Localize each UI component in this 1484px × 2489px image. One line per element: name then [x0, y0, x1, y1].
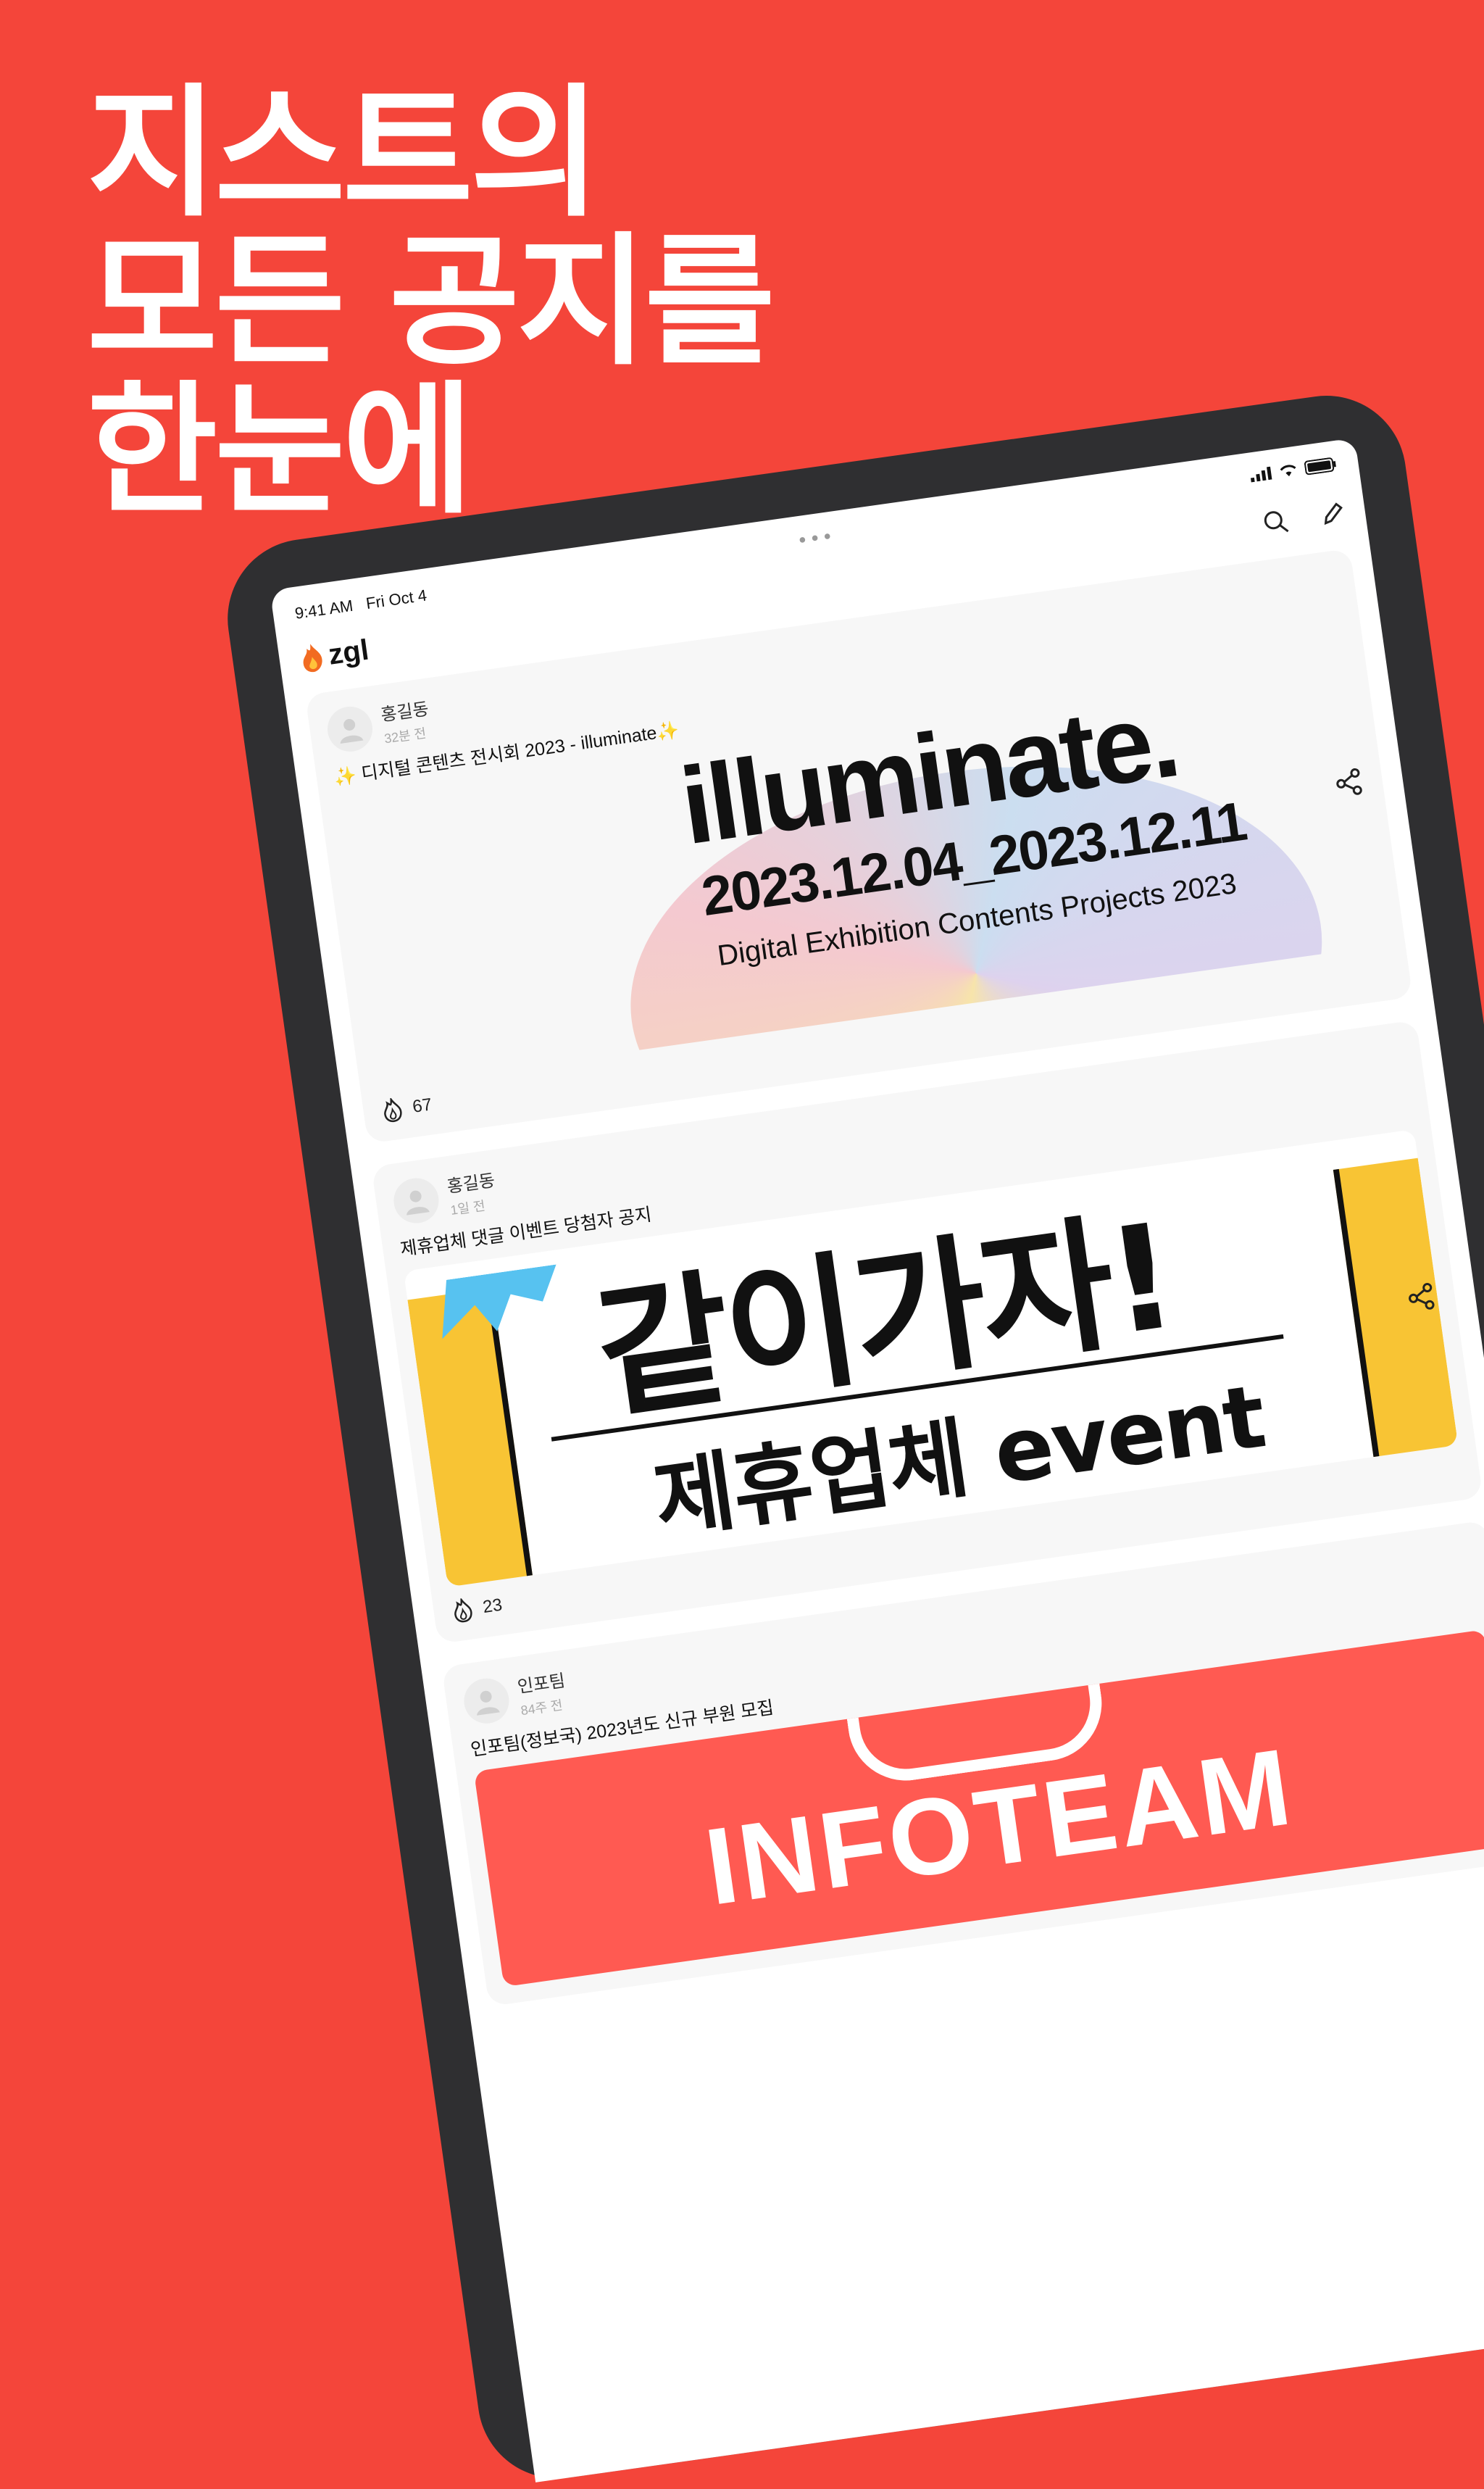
author-name: 홍길동 [446, 1171, 496, 1197]
like-count: 67 [411, 1094, 433, 1117]
app-logo[interactable]: zgl [298, 633, 371, 676]
status-indicators [1249, 457, 1338, 483]
battery-icon [1304, 457, 1336, 475]
pencil-icon[interactable] [1319, 500, 1346, 528]
headline-line-1: 지스트의 [87, 71, 601, 236]
signal-icon [1250, 466, 1272, 483]
avatar [324, 703, 375, 755]
post-time: 1일 전 [449, 1198, 486, 1218]
share-icon[interactable] [1333, 766, 1365, 799]
wifi-icon [1280, 465, 1296, 477]
avatar-placeholder-icon [340, 718, 364, 744]
author-name: 홍길동 [379, 699, 430, 726]
app-name: zgl [326, 633, 371, 671]
avatar [391, 1175, 442, 1226]
post-time: 32분 전 [383, 726, 428, 747]
post-time: 84주 전 [520, 1698, 564, 1719]
app-screen: 9:41 AM Fri Oct 4 ••• zgl 홍길동 32분 전 ✨ 디지… [270, 438, 1484, 2482]
like-count: 23 [481, 1595, 504, 1618]
tablet-frame: 9:41 AM Fri Oct 4 ••• zgl 홍길동 32분 전 ✨ 디지… [217, 385, 1484, 2489]
search-icon[interactable] [1261, 507, 1291, 537]
notice-feed: 홍길동 32분 전 ✨ 디지털 콘텐츠 전시회 2023 - illuminat… [304, 548, 1484, 2029]
flame-like-icon[interactable] [450, 1597, 476, 1624]
fire-icon [303, 644, 322, 673]
headline-line-2: 모든 공지를 [87, 220, 775, 385]
flame-like-icon[interactable] [380, 1096, 406, 1124]
avatar-placeholder-icon [477, 1690, 500, 1716]
poster-yellow-bar [1333, 1158, 1459, 1471]
avatar [461, 1675, 512, 1726]
app-bar-actions [1261, 499, 1346, 537]
promo-headline: 지스트의 모든 공지를 한눈에 [87, 71, 775, 525]
status-date: Fri Oct 4 [364, 586, 428, 613]
author-name: 인포팀 [516, 1671, 567, 1698]
avatar-placeholder-icon [407, 1190, 430, 1216]
status-time: 9:41 AM [293, 596, 354, 623]
share-icon[interactable] [1405, 1281, 1438, 1313]
poster-yellow-bar [407, 1288, 535, 1587]
